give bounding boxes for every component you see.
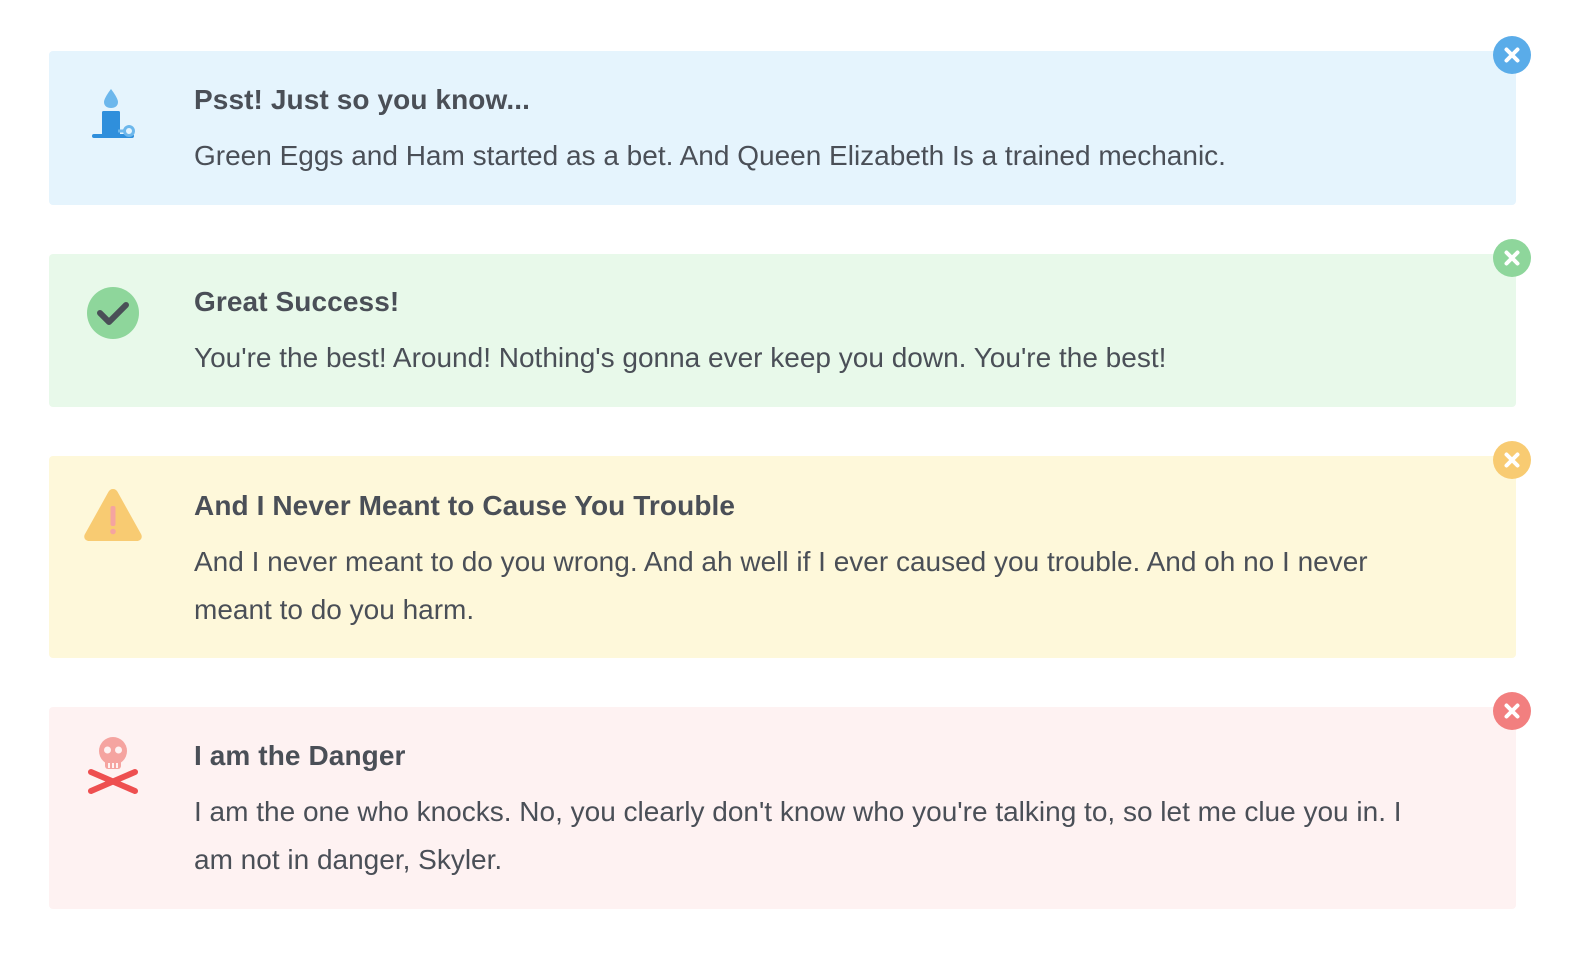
alert-title: Great Success!: [194, 286, 400, 317]
close-icon: [1504, 250, 1520, 266]
close-button[interactable]: [1493, 441, 1531, 479]
alert-message: Green Eggs and Ham started as a bet. And…: [194, 140, 1226, 171]
alert-title: I am the Danger: [194, 740, 406, 771]
warning-triangle-icon: [79, 480, 147, 548]
alert-info: Psst! Just so you know... Green Eggs and…: [49, 36, 1531, 205]
alert-message: You're the best! Around! Nothing's gonna…: [194, 342, 1167, 373]
candle-icon: [79, 79, 147, 147]
alert-success: Great Success! You're the best! Around! …: [49, 239, 1531, 407]
close-button[interactable]: [1493, 36, 1531, 74]
close-icon: [1504, 703, 1520, 719]
alert-title: Psst! Just so you know...: [194, 84, 530, 115]
skull-crossbones-icon: [79, 731, 147, 799]
alert-message: And I never meant to do you wrong. And a…: [194, 546, 1368, 625]
close-button[interactable]: [1493, 239, 1531, 277]
alert-message: I am the one who knocks. No, you clearly…: [194, 796, 1402, 875]
checkmark-circle-icon: [79, 279, 147, 347]
close-icon: [1504, 47, 1520, 63]
close-icon: [1504, 452, 1520, 468]
alert-title: And I Never Meant to Cause You Trouble: [194, 490, 736, 521]
alert-warning: And I Never Meant to Cause You Trouble A…: [49, 441, 1531, 658]
alert-danger: I am the Danger I am the one who knocks.…: [49, 692, 1531, 909]
close-button[interactable]: [1493, 692, 1531, 730]
